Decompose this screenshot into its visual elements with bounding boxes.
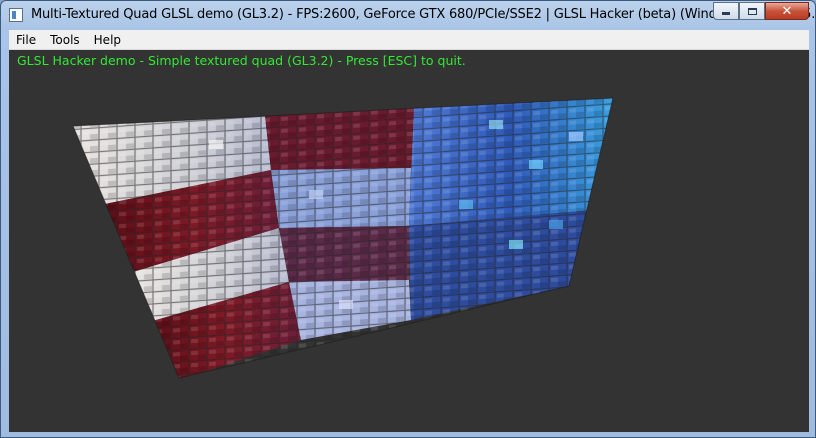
menu-file-label: File	[16, 32, 37, 47]
menu-tools-label: Tools	[50, 32, 80, 47]
viewport-overlay-text: GLSL Hacker demo - Simple textured quad …	[17, 53, 466, 68]
menu-tools[interactable]: Tools	[43, 33, 87, 47]
maximize-icon	[747, 7, 757, 15]
menu-file[interactable]: File	[9, 33, 43, 47]
caption-buttons: ✕	[713, 2, 809, 21]
textured-quad	[72, 97, 614, 379]
app-window: Multi-Textured Quad GLSL demo (GL3.2) - …	[0, 0, 816, 438]
title-bar[interactable]: Multi-Textured Quad GLSL demo (GL3.2) - …	[1, 1, 816, 29]
app-window-icon[interactable]	[9, 8, 23, 22]
minimize-button[interactable]	[713, 2, 739, 20]
maximize-button[interactable]	[739, 2, 765, 20]
window-title: Multi-Textured Quad GLSL demo (GL3.2) - …	[31, 7, 816, 22]
close-button[interactable]: ✕	[765, 2, 809, 20]
menu-bar: File Tools Help	[9, 30, 809, 50]
close-icon: ✕	[781, 3, 793, 19]
render-viewport[interactable]: GLSL Hacker demo - Simple textured quad …	[9, 50, 809, 432]
menu-help[interactable]: Help	[87, 33, 128, 47]
menu-help-label: Help	[93, 32, 122, 47]
minimize-icon	[722, 12, 730, 15]
